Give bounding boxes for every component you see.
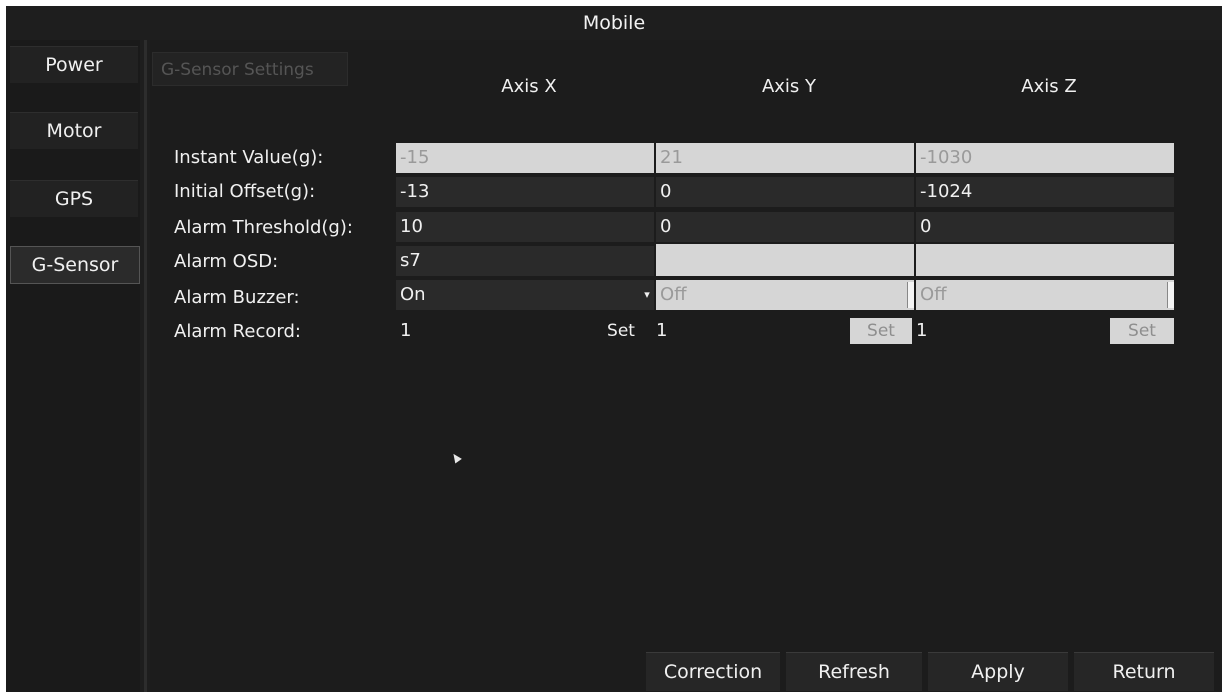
dropdown-handle-icon [1167, 282, 1174, 308]
mobile-settings-screen: Mobile Power Motor GPS G-Sensor G-Sensor… [6, 6, 1222, 692]
initial-offset-z-input[interactable]: -1024 [916, 177, 1174, 207]
sidebar-item-motor[interactable]: Motor [10, 112, 138, 149]
apply-button[interactable]: Apply [928, 652, 1068, 691]
alarm-buzzer-x-select[interactable]: On ▾ [396, 280, 654, 310]
alarm-buzzer-z-value: Off [916, 280, 1174, 310]
alarm-osd-x-input[interactable]: s7 [396, 246, 654, 276]
initial-offset-y-input[interactable]: 0 [656, 177, 914, 207]
return-button[interactable]: Return [1074, 652, 1214, 691]
caret-down-icon: ▾ [644, 288, 650, 301]
column-header-axis-y: Axis Y [761, 76, 817, 97]
alarm-buzzer-y-value: Off [656, 280, 914, 310]
refresh-button[interactable]: Refresh [786, 652, 922, 691]
alarm-record-x-set-button[interactable]: Set [590, 318, 652, 344]
alarm-record-x-value: 1 [400, 320, 412, 341]
alarm-record-y-set-button: Set [850, 318, 912, 344]
alarm-osd-y-input [656, 244, 914, 276]
alarm-threshold-x-input[interactable]: 10 [396, 212, 654, 242]
sidebar-item-gps[interactable]: GPS [10, 180, 138, 217]
initial-offset-x-input[interactable]: -13 [396, 177, 654, 207]
correction-button[interactable]: Correction [646, 652, 780, 691]
alarm-buzzer-z-select: Off [916, 280, 1174, 310]
alarm-threshold-z-input[interactable]: 0 [916, 212, 1174, 242]
sidebar-item-g-sensor[interactable]: G-Sensor [10, 246, 140, 284]
alarm-threshold-y-input[interactable]: 0 [656, 212, 914, 242]
instant-value-x-field: -15 [396, 143, 654, 173]
alarm-record-y-value: 1 [656, 320, 668, 341]
alarm-record-z-value: 1 [916, 320, 928, 341]
sidebar-divider [144, 40, 147, 692]
column-header-axis-z: Axis Z [1021, 76, 1077, 97]
label-alarm-record: Alarm Record: [174, 321, 301, 342]
instant-value-y-field: 21 [656, 143, 914, 173]
section-tab-g-sensor-settings[interactable]: G-Sensor Settings [152, 52, 348, 86]
alarm-record-z-set-button: Set [1110, 318, 1174, 344]
label-alarm-buzzer: Alarm Buzzer: [174, 287, 300, 308]
alarm-buzzer-y-select: Off [656, 280, 914, 310]
sidebar-item-power[interactable]: Power [10, 46, 138, 83]
g-sensor-panel: G-Sensor Settings [150, 40, 1220, 692]
label-alarm-threshold: Alarm Threshold(g): [174, 217, 353, 238]
alarm-buzzer-x-value: On [396, 280, 654, 310]
label-instant-value: Instant Value(g): [174, 147, 324, 168]
label-initial-offset: Initial Offset(g): [174, 181, 316, 202]
dropdown-handle-icon [907, 282, 914, 308]
column-header-axis-x: Axis X [501, 76, 557, 97]
alarm-osd-z-input [916, 244, 1174, 276]
sidebar: Power Motor GPS G-Sensor [6, 40, 140, 692]
instant-value-z-field: -1030 [916, 143, 1174, 173]
label-alarm-osd: Alarm OSD: [174, 251, 279, 272]
window-title: Mobile [582, 12, 646, 34]
